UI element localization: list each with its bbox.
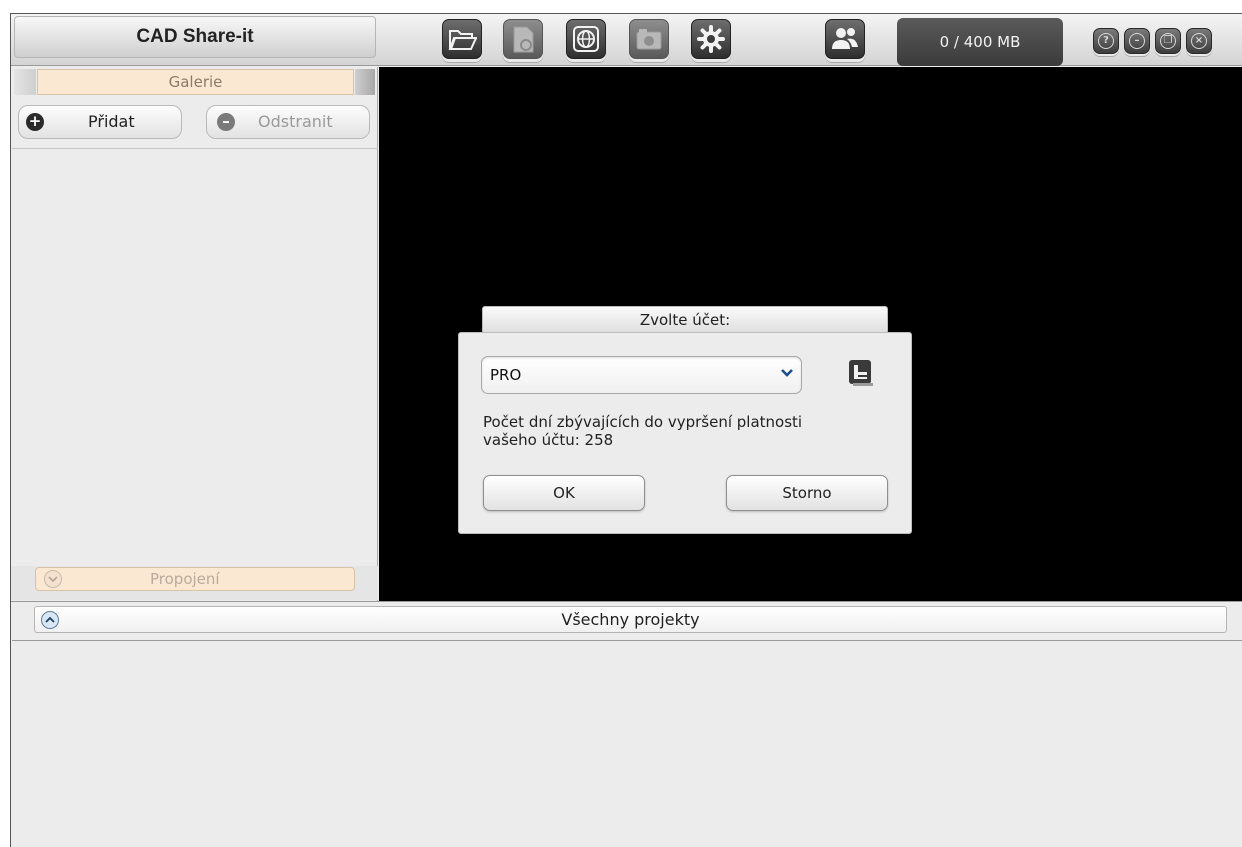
collapse-up-button[interactable] [41, 611, 59, 629]
users-icon [832, 28, 858, 49]
remove-button-label: Odstranit [258, 112, 333, 131]
account-select-value: PRO [490, 366, 522, 384]
projects-list [12, 642, 1242, 847]
document-button[interactable] [503, 19, 543, 59]
gallery-tab-edge-right [355, 69, 375, 95]
cancel-button[interactable]: Storno [726, 475, 888, 511]
globe-icon [573, 26, 599, 52]
connections-label: Propojení [150, 570, 220, 588]
close-button[interactable]: × [1186, 28, 1212, 54]
storage-usage: 0 / 400 MB [897, 18, 1063, 66]
tab-gallery[interactable]: Galerie [37, 69, 354, 95]
expand-down-icon[interactable] [44, 570, 62, 588]
minimize-button[interactable]: – [1124, 28, 1150, 54]
close-icon: × [1191, 33, 1207, 49]
settings-button[interactable] [691, 19, 731, 59]
users-button[interactable] [825, 19, 865, 59]
plus-circle-icon: + [26, 113, 44, 131]
publish-web-button[interactable] [566, 19, 606, 59]
gallery-divider [12, 148, 378, 149]
chevron-down-icon [48, 576, 58, 583]
document-icon [513, 26, 534, 53]
gallery-tab-edge-left [14, 69, 36, 95]
camera-button[interactable] [629, 19, 669, 59]
minus-circle-icon: – [217, 113, 235, 131]
open-folder-button[interactable] [442, 19, 482, 59]
days-remaining-text: Počet dní zbývajících do vypršení platno… [483, 413, 903, 449]
help-button[interactable]: ? [1093, 28, 1119, 54]
restore-button[interactable]: ❐ [1155, 28, 1181, 54]
camera-icon [636, 29, 662, 50]
minimize-icon: – [1129, 33, 1145, 49]
restore-icon: ❐ [1160, 33, 1176, 49]
add-button-label: Přidat [88, 112, 135, 131]
help-icon: ? [1098, 33, 1114, 49]
app-title: CAD Share-it [136, 26, 254, 47]
dialog-title: Zvolte účet: [639, 311, 731, 329]
chevron-up-icon [45, 616, 55, 623]
days-remaining-line2: vašeho účtu: 258 [483, 431, 614, 449]
gear-icon [697, 25, 725, 53]
ok-button[interactable]: OK [483, 475, 645, 511]
projects-divider [12, 640, 1242, 641]
days-remaining-line1: Počet dní zbývajících do vypršení platno… [483, 413, 803, 431]
all-projects-label: Všechny projekty [561, 610, 700, 629]
chevron-down-icon[interactable] [780, 366, 794, 380]
account-select[interactable] [481, 356, 802, 394]
folder-open-icon [448, 30, 477, 50]
account-details-icon[interactable] [845, 357, 877, 389]
